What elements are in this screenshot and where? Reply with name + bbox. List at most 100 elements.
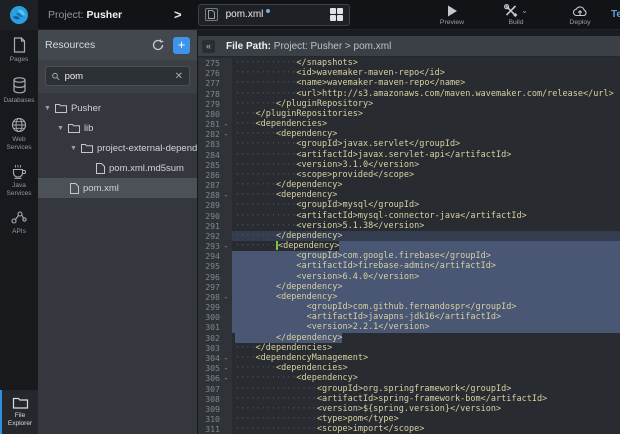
code-line[interactable]: 277············<name>wavemaker-maven-rep… (198, 78, 620, 88)
code-text: <groupId>com.github.fernandospr</groupId… (307, 302, 517, 312)
preview-button[interactable]: Preview (431, 4, 473, 26)
code-line[interactable]: 275············</snapshots> (198, 58, 620, 68)
indent-guides: ···· (235, 353, 255, 363)
wavemaker-logo[interactable] (0, 0, 38, 30)
code-line[interactable]: 307················<groupId>org.springfr… (198, 384, 620, 394)
fold-marker-icon[interactable]: - (220, 129, 232, 139)
fold-marker-icon[interactable]: - (220, 119, 232, 129)
tab-pom-xml[interactable]: pom.xml (198, 4, 350, 26)
indent-guides: ············ (235, 89, 296, 99)
fold-marker-icon[interactable]: - (220, 363, 232, 373)
indent-guides: ············ (235, 211, 296, 221)
code-line[interactable]: 289············<groupId>mysql</groupId> (198, 200, 620, 210)
code-line[interactable]: 284············<artifactId>javax.servlet… (198, 150, 620, 160)
code-line[interactable]: 299··············<groupId>com.github.fer… (198, 302, 620, 312)
refresh-button[interactable] (151, 38, 165, 52)
truncated-right-label[interactable]: Te (611, 9, 620, 20)
code-line[interactable]: 303····</dependencies> (198, 343, 620, 353)
code-line[interactable]: 280····</pluginRepositories> (198, 109, 620, 119)
tree-item-label: Pusher (71, 103, 101, 114)
left-icon-rail: Pages Databases Web Services (0, 30, 38, 434)
indent-guides: ········ (235, 99, 276, 109)
sidebar-item-apis[interactable]: APIs (0, 203, 38, 242)
code-line[interactable]: 308················<artifactId>spring-fr… (198, 394, 620, 404)
code-text: <groupId>org.springframework</groupId> (317, 384, 511, 394)
code-line[interactable]: 282-········<dependency> (198, 129, 620, 139)
indent-guides: ············ (235, 170, 296, 180)
grid-view-icon[interactable] (330, 8, 343, 21)
search-input[interactable] (65, 71, 175, 82)
indent-guides: ············ (235, 272, 296, 282)
code-line[interactable]: 288-········<dependency> (198, 190, 620, 200)
fold-marker-icon[interactable]: - (220, 353, 232, 363)
tree-item[interactable]: ▼project-external-dependencies (38, 138, 197, 158)
code-line[interactable]: 287········</dependency> (198, 180, 620, 190)
sidebar-item-pages[interactable]: Pages (0, 30, 38, 70)
code-line[interactable]: 311················<scope>import</scope> (198, 424, 620, 434)
code-line[interactable]: 281-····<dependencies> (198, 119, 620, 129)
indent-guides: ········ (235, 363, 276, 373)
indent-guides: ············ (235, 139, 296, 149)
build-button[interactable]: ⌄ Build (495, 4, 537, 26)
search-box[interactable]: ✕ (45, 66, 190, 86)
indent-guides: ············ (235, 68, 296, 78)
code-line[interactable]: 286············<scope>provided</scope> (198, 170, 620, 180)
collapse-panel-icon[interactable]: « (202, 40, 215, 53)
line-number: 292 (198, 231, 220, 241)
code-line[interactable]: 293-········<dependency> (198, 241, 620, 251)
sidebar-item-java-services[interactable]: Java Services (0, 157, 38, 203)
fold-marker-icon[interactable]: - (220, 373, 232, 383)
fold-marker-icon[interactable]: - (220, 241, 232, 251)
chevron-down-icon[interactable]: ▼ (70, 145, 77, 152)
code-line[interactable]: 291············<version>5.1.38</version> (198, 221, 620, 231)
code-line[interactable]: 285············<version>3.1.0</version> (198, 160, 620, 170)
fold-marker-icon[interactable]: - (220, 292, 232, 302)
deploy-button[interactable]: Deploy (559, 4, 601, 26)
code-line[interactable]: 276············<id>wavemaker-maven-repo<… (198, 68, 620, 78)
sidebar-item-databases[interactable]: Databases (0, 70, 38, 111)
code-line[interactable]: 297········</dependency> (198, 282, 620, 292)
tree-item[interactable]: pom.xml.md5sum (38, 158, 197, 178)
code-line[interactable]: 283············<groupId>javax.servlet</g… (198, 139, 620, 149)
code-line[interactable]: 278············<url>http://s3.amazonaws.… (198, 89, 620, 99)
build-dropdown-chevron-icon[interactable]: ⌄ (521, 6, 528, 15)
add-resource-button[interactable]: + (173, 37, 190, 54)
tree-item[interactable]: ▼lib (38, 118, 197, 138)
fold-spacer (220, 99, 232, 109)
gutter: 283 (198, 139, 232, 149)
code-line[interactable]: 305-········<dependencies> (198, 363, 620, 373)
clear-search-icon[interactable]: ✕ (175, 71, 183, 82)
gutter: 308 (198, 394, 232, 404)
fold-spacer (220, 68, 232, 78)
gutter: 307 (198, 384, 232, 394)
chevron-down-icon[interactable]: ▼ (57, 125, 64, 132)
pages-label: Pages (1, 56, 37, 64)
code-text: <artifactId>firebase-admin</artifactId> (296, 261, 496, 271)
code-line[interactable]: 300··············<artifactId>javapns-jdk… (198, 312, 620, 322)
code-line[interactable]: 309················<version>${spring.ver… (198, 404, 620, 414)
code-area[interactable]: 275············</snapshots>276··········… (198, 57, 620, 434)
fold-marker-icon[interactable]: - (220, 190, 232, 200)
fold-spacer (220, 231, 232, 241)
tree-item[interactable]: pom.xml (38, 178, 197, 198)
code-line[interactable]: 295············<artifactId>firebase-admi… (198, 261, 620, 271)
code-line[interactable]: 294············<groupId>com.google.fireb… (198, 251, 620, 261)
line-number: 275 (198, 58, 220, 68)
code-line[interactable]: 298-········<dependency> (198, 292, 620, 302)
code-line-content: ········<dependency> (232, 292, 620, 302)
top-bar: Project: Pusher > pom.xml Preview (0, 0, 620, 30)
code-line[interactable]: 290············<artifactId>mysql-connect… (198, 211, 620, 221)
tree-item[interactable]: ▼ Pusher (38, 98, 197, 118)
code-line[interactable]: 304-····<dependencyManagement> (198, 353, 620, 363)
code-line[interactable]: 310················<type>pom</type> (198, 414, 620, 424)
code-line[interactable]: 306-············<dependency> (198, 373, 620, 383)
code-line[interactable]: 296············<version>6.4.0</version> (198, 272, 620, 282)
code-line[interactable]: 302········</dependency> (198, 333, 620, 343)
gutter: 299 (198, 302, 232, 312)
code-line[interactable]: 301··············<version>2.2.1</version… (198, 322, 620, 332)
code-line[interactable]: 279········</pluginRepository> (198, 99, 620, 109)
sidebar-item-file-explorer[interactable]: File Explorer (0, 390, 38, 434)
code-line[interactable]: 292········</dependency> (198, 231, 620, 241)
chevron-down-icon[interactable]: ▼ (44, 105, 51, 112)
sidebar-item-web-services[interactable]: Web Services (0, 110, 38, 157)
